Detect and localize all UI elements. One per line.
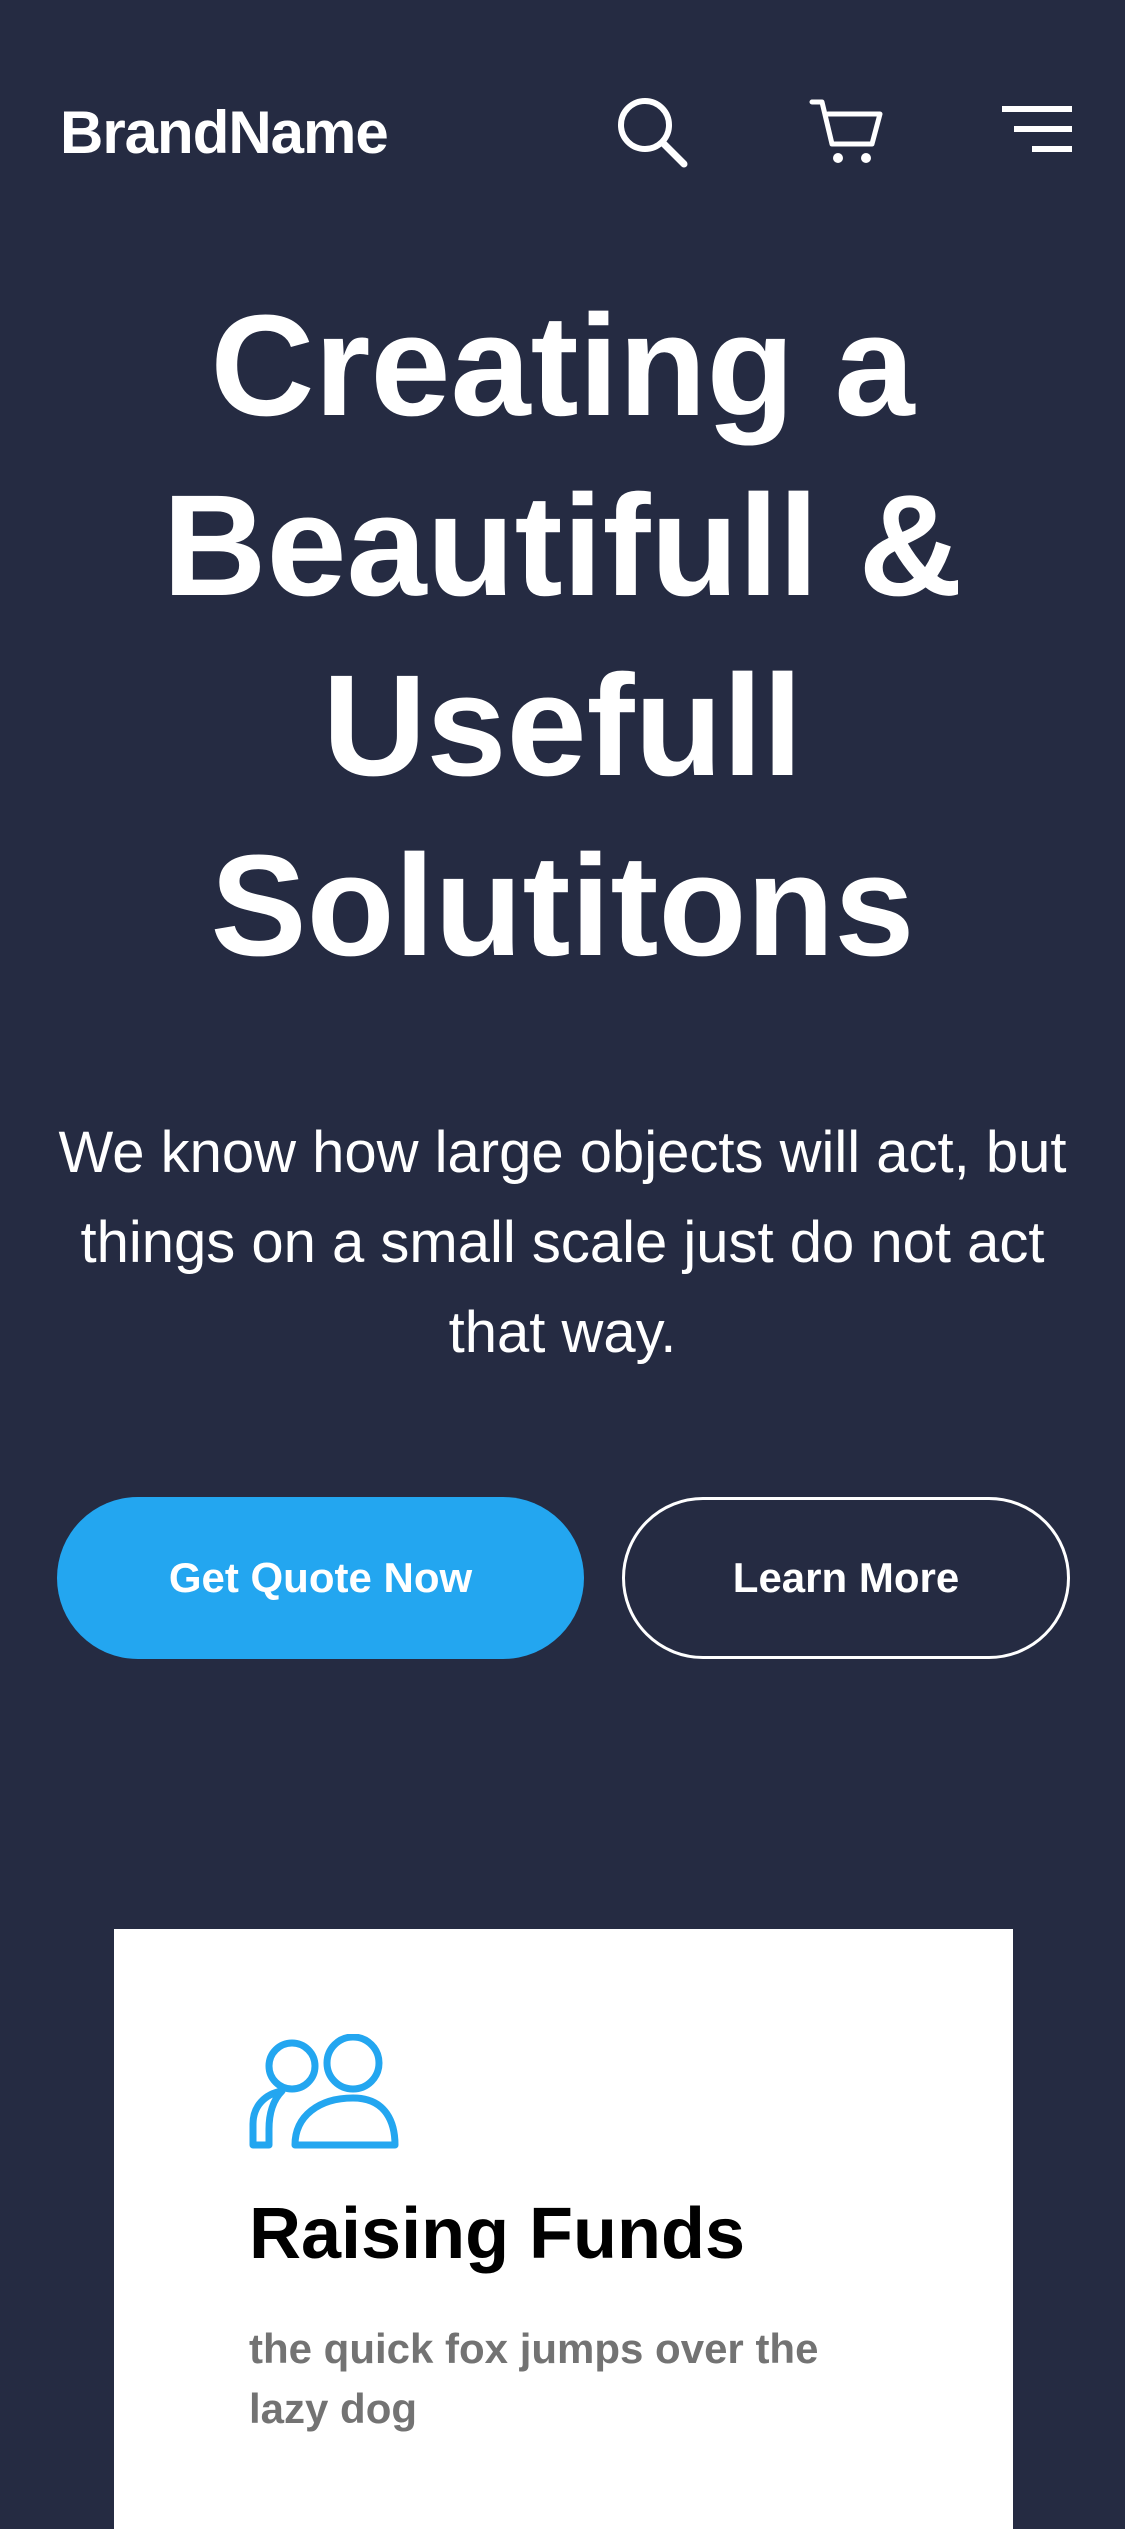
hero-title-line: Usefull — [322, 645, 803, 806]
cart-icon[interactable] — [806, 92, 886, 172]
brand-logo[interactable]: BrandName — [60, 98, 389, 168]
navbar: BrandName — [0, 0, 1125, 262]
users-icon — [249, 2034, 399, 2149]
search-icon[interactable] — [612, 92, 692, 172]
card-title: Raising Funds — [249, 2194, 746, 2274]
learn-more-button[interactable]: Learn More — [622, 1497, 1070, 1659]
get-quote-button[interactable]: Get Quote Now — [57, 1497, 584, 1659]
menu-icon[interactable] — [1000, 100, 1076, 160]
hero-subtitle: We know how large objects will act, but … — [58, 1120, 1067, 1365]
card-text: the quick fox jumps over the lazy dog — [249, 2325, 819, 2432]
hero-title-line: Creating a — [210, 285, 915, 446]
feature-card: Raising Funds the quick fox jumps over t… — [114, 1929, 1013, 2529]
hero-title-line: Beautifull & — [162, 465, 963, 626]
hero-title-line: Solutitons — [210, 825, 915, 986]
hero-title: Creating a Beautifull & Usefull Solutito… — [0, 276, 1125, 996]
